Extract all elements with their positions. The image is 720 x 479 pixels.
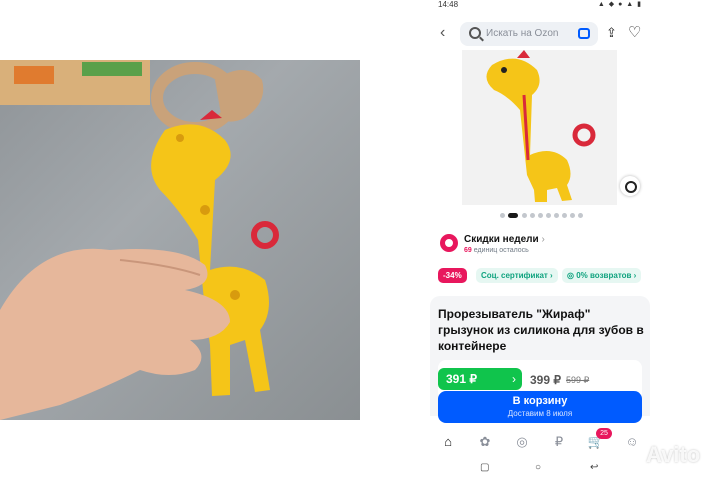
promo-title: Скидки недели › — [464, 234, 545, 245]
avito-watermark-text: Avito — [646, 442, 701, 467]
zoom-icon[interactable] — [620, 176, 640, 196]
gallery-dot[interactable] — [578, 213, 583, 218]
giraffe-photo-illustration — [0, 60, 279, 420]
giraffe-tail-ring — [251, 221, 279, 249]
giraffe-horn — [517, 50, 530, 58]
ruble-icon[interactable]: ₽ — [549, 432, 569, 452]
weekly-deals-banner[interactable]: Скидки недели › 69 единиц осталось — [438, 232, 648, 258]
avito-logo-icon — [619, 445, 643, 466]
gallery-dot[interactable] — [570, 213, 575, 218]
camera-search-icon[interactable] — [578, 28, 590, 39]
status-bar: 14:48 ▲ ◆ ● ▲ ▮ — [438, 0, 650, 10]
gallery-dot[interactable] — [554, 213, 559, 218]
discount-badge: -34% — [438, 268, 467, 283]
gallery-dots — [500, 213, 600, 219]
returns-tag[interactable]: ◎ 0% возвратов › — [562, 268, 642, 283]
wooden-piece-orange — [14, 66, 54, 84]
top-bar: ‹ Искать на Ozon ⇪ ♡ — [430, 20, 650, 46]
cart-button-label: В корзину — [512, 395, 568, 407]
share-icon[interactable]: ⇪ — [606, 25, 617, 41]
gallery-dot[interactable] — [538, 213, 543, 218]
giraffe-shape — [486, 58, 572, 202]
search-bar[interactable]: Искать на Ozon — [460, 22, 598, 46]
giraffe-spot — [200, 205, 210, 215]
chevron-right-icon: › — [512, 372, 516, 386]
favorite-heart-icon[interactable]: ♡ — [628, 23, 641, 41]
status-time: 14:48 — [438, 0, 459, 9]
recents-icon[interactable]: ▢ — [480, 462, 489, 473]
giraffe-spot — [230, 290, 240, 300]
search-input[interactable]: Искать на Ozon — [486, 28, 558, 39]
giraffe-product-illustration — [486, 50, 596, 202]
product-title: Прорезыватель "Жираф" грызунок из силико… — [438, 307, 644, 353]
regular-price: 399 ₽ — [530, 373, 561, 387]
certificate-tag[interactable]: Соц. сертификат › — [476, 268, 558, 283]
search-icon — [469, 27, 481, 39]
screenshot-collage: 14:48 ▲ ◆ ● ▲ ▮ ‹ Искать на Ozon ⇪ ♡ Ски… — [0, 0, 720, 479]
bottom-tab-bar: ⌂ ✿ ◎ ₽ 🛒 25 ☺ — [430, 428, 650, 454]
ozon-card-price[interactable]: 391 ₽ › — [438, 368, 522, 390]
delivery-date: Доставим 8 июля — [507, 409, 573, 418]
catalog-icon[interactable]: ◎ — [512, 432, 532, 452]
original-price: 599 ₽ — [566, 375, 590, 385]
gallery-dot[interactable] — [546, 213, 551, 218]
wooden-piece-green — [82, 62, 142, 76]
gallery-dot[interactable] — [522, 213, 527, 218]
giraffe-spot — [176, 134, 184, 142]
cart-count-badge: 25 — [596, 428, 612, 439]
system-nav-bar: ▢ ○ ↩ — [430, 462, 650, 478]
ozon-app-screen: 14:48 ▲ ◆ ● ▲ ▮ ‹ Искать на Ozon ⇪ ♡ Ски… — [430, 0, 650, 479]
avito-watermark: Avito — [618, 440, 718, 470]
giraffe-tail-ring — [572, 123, 596, 147]
giraffe-eye — [501, 67, 507, 73]
home-icon[interactable]: ⌂ — [438, 432, 458, 452]
product-photo — [0, 60, 360, 420]
promo-remaining: 69 единиц осталось — [464, 247, 529, 254]
fresh-icon[interactable]: ✿ — [475, 432, 495, 452]
add-to-cart-button[interactable]: В корзину Доставим 8 июля — [438, 391, 642, 423]
cart-icon[interactable]: 🛒 25 — [586, 428, 612, 452]
product-tags: -34% Соц. сертификат › ◎ 0% возвратов › — [438, 268, 650, 284]
gallery-dot[interactable] — [530, 213, 535, 218]
product-image[interactable] — [462, 50, 617, 205]
back-arrow-icon[interactable]: ‹ — [440, 24, 454, 42]
home-button-icon[interactable]: ○ — [535, 462, 541, 473]
gallery-dot[interactable] — [562, 213, 567, 218]
status-icons: ▲ ◆ ● ▲ ▮ — [597, 1, 642, 8]
wooden-dino — [215, 70, 264, 122]
back-button-icon[interactable]: ↩ — [590, 462, 598, 473]
gallery-dot[interactable] — [500, 213, 505, 218]
gallery-dot-active[interactable] — [508, 213, 518, 218]
deals-badge-icon — [440, 234, 458, 252]
